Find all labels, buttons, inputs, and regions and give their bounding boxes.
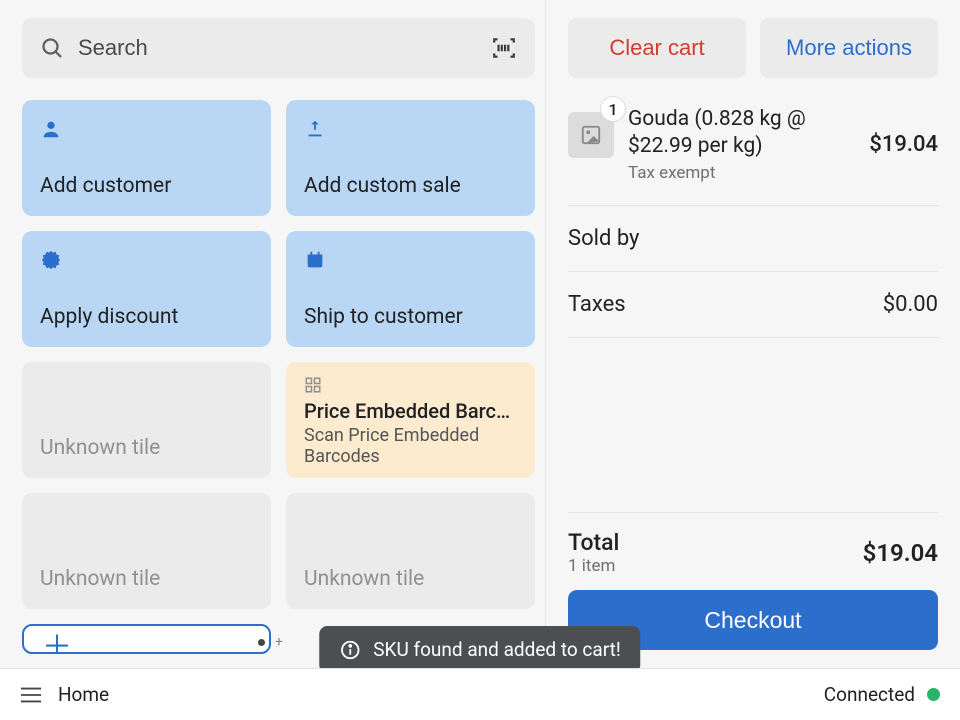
tile-pager[interactable]: + bbox=[258, 634, 283, 650]
search-input[interactable] bbox=[78, 35, 491, 61]
cart-item-tag: Tax exempt bbox=[628, 163, 855, 183]
menu-icon[interactable] bbox=[20, 686, 42, 704]
more-actions-button[interactable]: More actions bbox=[760, 18, 938, 78]
cart-item-price: $19.04 bbox=[869, 132, 938, 157]
calendar-icon bbox=[304, 249, 326, 271]
tile-label: Add custom sale bbox=[304, 174, 517, 198]
add-tile-button[interactable]: ＋ bbox=[22, 624, 271, 654]
pager-dot-active bbox=[258, 639, 265, 646]
tile-label: Unknown tile bbox=[40, 567, 253, 591]
clear-cart-button[interactable]: Clear cart bbox=[568, 18, 746, 78]
total-row: Total 1 item $19.04 bbox=[568, 512, 938, 576]
tile-label: Unknown tile bbox=[40, 436, 253, 460]
total-amount: $19.04 bbox=[863, 539, 938, 567]
status-dot-icon bbox=[927, 688, 940, 701]
home-label[interactable]: Home bbox=[58, 683, 109, 706]
taxes-value: $0.00 bbox=[883, 292, 938, 317]
total-item-count: 1 item bbox=[568, 556, 619, 576]
person-icon bbox=[40, 118, 62, 140]
sold-by-row[interactable]: Sold by bbox=[568, 206, 938, 272]
apply-discount-tile[interactable]: Apply discount bbox=[22, 231, 271, 347]
discount-badge-icon bbox=[40, 249, 62, 271]
tile-title: Price Embedded Barc… bbox=[304, 399, 517, 423]
connection-status[interactable]: Connected bbox=[824, 683, 940, 706]
add-customer-tile[interactable]: Add customer bbox=[22, 100, 271, 216]
toast-message: SKU found and added to cart! bbox=[373, 638, 620, 661]
cart-item-name: Gouda (0.828 kg @ $22.99 per kg) bbox=[628, 106, 855, 161]
quantity-badge: 1 bbox=[600, 96, 626, 122]
pager-add-icon[interactable]: + bbox=[275, 634, 283, 650]
unknown-tile[interactable]: Unknown tile bbox=[22, 362, 271, 478]
plus-icon: ＋ bbox=[42, 624, 72, 654]
image-icon bbox=[580, 124, 602, 146]
connected-label: Connected bbox=[824, 683, 915, 706]
tile-label: Ship to customer bbox=[304, 305, 517, 329]
unknown-tile[interactable]: Unknown tile bbox=[22, 493, 271, 609]
info-icon bbox=[339, 639, 361, 661]
total-label: Total bbox=[568, 529, 619, 556]
ship-to-customer-tile[interactable]: Ship to customer bbox=[286, 231, 535, 347]
add-custom-sale-tile[interactable]: Add custom sale bbox=[286, 100, 535, 216]
price-embedded-barcode-tile[interactable]: Price Embedded Barc… Scan Price Embedded… bbox=[286, 362, 535, 478]
taxes-label: Taxes bbox=[568, 292, 626, 317]
search-icon bbox=[40, 36, 64, 60]
sold-by-label: Sold by bbox=[568, 226, 639, 251]
tile-label: Add customer bbox=[40, 174, 253, 198]
bottom-bar: Home Connected bbox=[0, 668, 960, 720]
taxes-row[interactable]: Taxes $0.00 bbox=[568, 272, 938, 338]
barcode-scan-icon[interactable] bbox=[491, 35, 517, 61]
upload-icon bbox=[304, 118, 326, 140]
tile-subtitle: Scan Price Embedded Barcodes bbox=[304, 425, 517, 468]
cart-item[interactable]: 1 Gouda (0.828 kg @ $22.99 per kg) Tax e… bbox=[568, 106, 938, 206]
search-bar[interactable] bbox=[22, 18, 535, 78]
unknown-tile[interactable]: Unknown tile bbox=[286, 493, 535, 609]
tile-label: Unknown tile bbox=[304, 567, 517, 591]
toast-notification: SKU found and added to cart! bbox=[319, 626, 640, 673]
tile-label: Apply discount bbox=[40, 305, 253, 329]
grid-icon bbox=[304, 376, 322, 394]
